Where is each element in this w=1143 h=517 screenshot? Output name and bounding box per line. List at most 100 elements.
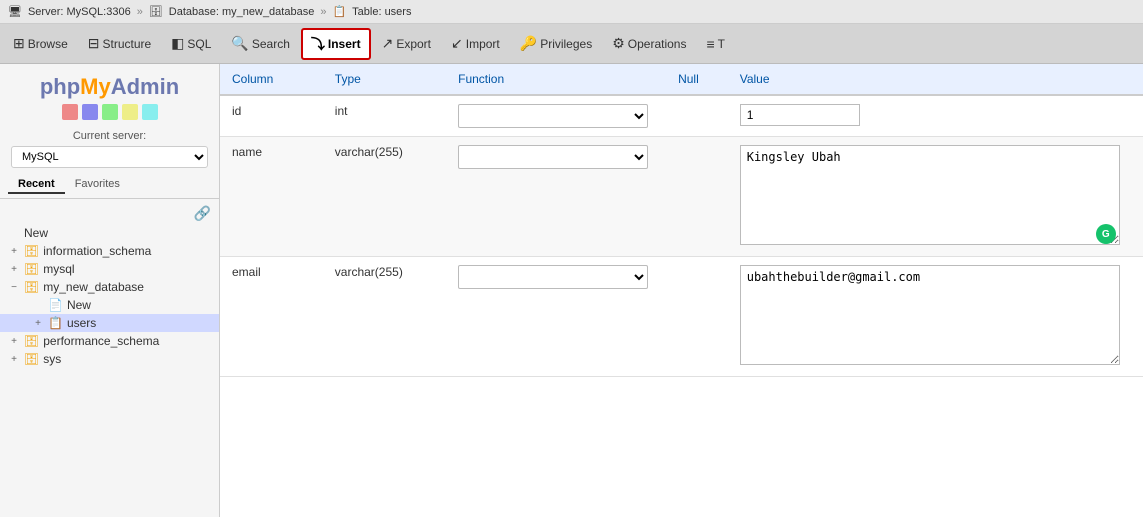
table-row-id: id int xyxy=(220,95,1143,137)
table-icon: 📋 xyxy=(332,5,346,18)
value-id xyxy=(728,95,1143,137)
logo-icon-1 xyxy=(62,104,78,120)
sep1: » xyxy=(137,6,143,18)
logo-php: php xyxy=(40,74,80,99)
textarea-wrapper-name: Kingsley Ubah G xyxy=(740,145,1120,248)
search-button[interactable]: 🔍 Search xyxy=(222,30,298,57)
sql-button[interactable]: ◧ SQL xyxy=(162,30,220,57)
expand-mydb: − xyxy=(8,282,20,293)
logo-icons xyxy=(62,104,158,120)
content-area: Column Type Function Null Value id int xyxy=(220,64,1143,517)
null-email xyxy=(666,257,728,377)
sidebar: phpMyAdmin Current server: MySQL Recent … xyxy=(0,64,220,517)
table-row-email: email varchar(255) ubahthebuilder@gmail.… xyxy=(220,257,1143,377)
type-id: int xyxy=(323,95,446,137)
new-root-label: New xyxy=(24,226,48,240)
browse-button[interactable]: ⊞ Browse xyxy=(4,30,77,57)
db-name-mydb: my_new_database xyxy=(43,280,144,294)
null-id xyxy=(666,95,728,137)
th-column: Column xyxy=(220,64,323,95)
expand-sys: + xyxy=(8,354,20,365)
db-icon-info: 🗄 xyxy=(24,244,39,258)
db-breadcrumb: Database: my_new_database xyxy=(169,6,315,18)
grammarly-button-name[interactable]: G xyxy=(1096,224,1116,244)
insert-table: Column Type Function Null Value id int xyxy=(220,64,1143,377)
logo-icon-3 xyxy=(102,104,118,120)
tree-item-new-root[interactable]: New xyxy=(0,224,219,242)
db-name-mysql: mysql xyxy=(43,262,74,276)
db-name-perf: performance_schema xyxy=(43,334,159,348)
sep2: » xyxy=(320,6,326,18)
browse-icon: ⊞ xyxy=(13,35,25,52)
toolbar: ⊞ Browse ⊟ Structure ◧ SQL 🔍 Search ⤵ In… xyxy=(0,24,1143,64)
tree-item-information-schema[interactable]: + 🗄 information_schema xyxy=(0,242,219,260)
tree-item-mysql[interactable]: + 🗄 mysql xyxy=(0,260,219,278)
link-icon: 🔗 xyxy=(0,203,219,224)
type-name: varchar(255) xyxy=(323,137,446,257)
null-name xyxy=(666,137,728,257)
function-select-name[interactable] xyxy=(458,145,648,169)
structure-icon: ⊟ xyxy=(88,35,100,52)
value-textarea-name[interactable]: Kingsley Ubah xyxy=(740,145,1120,245)
db-icon-mydb: 🗄 xyxy=(24,280,39,294)
search-icon: 🔍 xyxy=(231,35,248,52)
server-select[interactable]: MySQL xyxy=(11,146,208,168)
tree-item-my-new-database[interactable]: − 🗄 my_new_database xyxy=(0,278,219,296)
expand-users: + xyxy=(32,318,44,329)
value-input-id[interactable] xyxy=(740,104,860,126)
server-breadcrumb: Server: MySQL:3306 xyxy=(28,6,131,18)
th-type: Type xyxy=(323,64,446,95)
logo-icon-4 xyxy=(122,104,138,120)
export-icon: ↗ xyxy=(382,35,394,52)
th-value: Value xyxy=(728,64,1143,95)
expand-info: + xyxy=(8,246,20,257)
func-name xyxy=(446,137,666,257)
sidebar-tabs: Recent Favorites xyxy=(0,172,219,199)
logo: phpMyAdmin xyxy=(40,74,179,100)
insert-button[interactable]: ⤵ Insert xyxy=(301,28,371,60)
col-name: name xyxy=(220,137,323,257)
tracking-icon: ≡ xyxy=(706,36,714,52)
value-textarea-email[interactable]: ubahthebuilder@gmail.com xyxy=(740,265,1120,365)
operations-button[interactable]: ⚙ Operations xyxy=(603,30,695,57)
tree-item-sys[interactable]: + 🗄 sys xyxy=(0,350,219,368)
export-button[interactable]: ↗ Export xyxy=(373,30,440,57)
import-icon: ↙ xyxy=(451,35,463,52)
function-select-id[interactable] xyxy=(458,104,648,128)
import-button[interactable]: ↙ Import xyxy=(442,30,509,57)
structure-button[interactable]: ⊟ Structure xyxy=(79,30,160,57)
table-breadcrumb: Table: users xyxy=(352,6,411,18)
tree-item-performance-schema[interactable]: + 🗄 performance_schema xyxy=(0,332,219,350)
table-row-name: name varchar(255) Kingsley Ubah G xyxy=(220,137,1143,257)
th-null: Null xyxy=(666,64,728,95)
logo-icon-5 xyxy=(142,104,158,120)
db-name-info: information_schema xyxy=(43,244,151,258)
privileges-button[interactable]: 🔑 Privileges xyxy=(511,30,601,57)
tab-recent[interactable]: Recent xyxy=(8,176,65,194)
db-icon: 🗄 xyxy=(149,5,163,18)
tree-item-users[interactable]: + 📋 users xyxy=(0,314,219,332)
server-label: Current server: xyxy=(0,130,219,142)
logo-my: My xyxy=(80,74,111,99)
func-id xyxy=(446,95,666,137)
th-function: Function xyxy=(446,64,666,95)
db-name-sys: sys xyxy=(43,352,61,366)
col-id: id xyxy=(220,95,323,137)
logo-area: phpMyAdmin xyxy=(0,68,219,124)
privileges-icon: 🔑 xyxy=(520,35,537,52)
tab-favorites[interactable]: Favorites xyxy=(65,176,130,194)
tree-item-db-new[interactable]: 📄 New xyxy=(0,296,219,314)
logo-admin: Admin xyxy=(111,74,179,99)
expand-perf: + xyxy=(8,336,20,347)
func-email xyxy=(446,257,666,377)
expand-mysql: + xyxy=(8,264,20,275)
sql-icon: ◧ xyxy=(171,35,184,52)
value-email: ubahthebuilder@gmail.com xyxy=(728,257,1143,377)
value-name: Kingsley Ubah G xyxy=(728,137,1143,257)
db-child-users: users xyxy=(67,316,96,330)
table-icon-new: 📄 xyxy=(48,298,63,312)
function-select-email[interactable] xyxy=(458,265,648,289)
tracking-button[interactable]: ≡ T xyxy=(697,31,734,57)
col-email: email xyxy=(220,257,323,377)
textarea-wrapper-email: ubahthebuilder@gmail.com xyxy=(740,265,1120,368)
